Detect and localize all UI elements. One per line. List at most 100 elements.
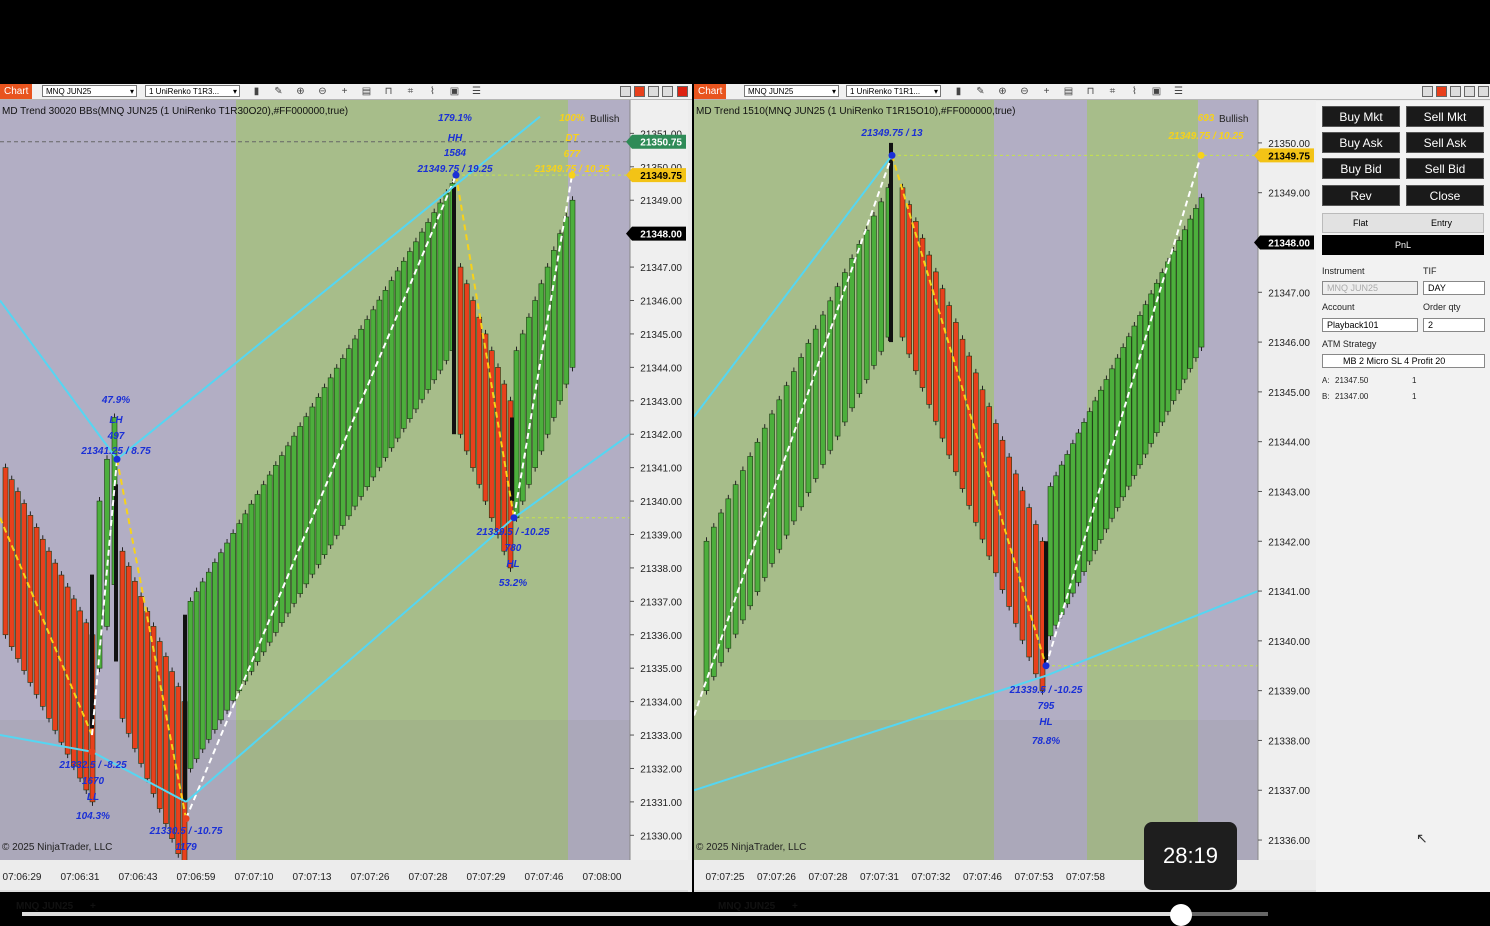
sell-ask-button[interactable]: Sell Ask xyxy=(1406,132,1484,153)
chart-trader-panel: Buy Mkt Sell Mkt Buy Ask Sell Ask Buy Bi… xyxy=(1316,101,1490,892)
time-tick-label: 07:06:43 xyxy=(119,872,158,883)
indicators-icon[interactable]: ⌗ xyxy=(404,85,417,98)
properties-icon[interactable]: ▤ xyxy=(360,85,373,98)
left-tab-label: MNQ JUN25 xyxy=(16,901,74,912)
up-bar xyxy=(212,562,218,730)
atm-strategy-select[interactable]: MB 2 Micro SL 4 Profit 20 xyxy=(1322,354,1485,368)
down-bar xyxy=(125,565,132,734)
up-bar xyxy=(849,258,855,409)
right-link-button[interactable] xyxy=(1422,86,1433,97)
up-bar xyxy=(878,201,885,352)
crosshair-icon[interactable]: + xyxy=(1040,85,1053,98)
order-qty-input[interactable]: 2 xyxy=(1423,318,1485,332)
close-position-button[interactable]: Close xyxy=(1406,185,1484,206)
pivot-annotation: 1670 xyxy=(82,776,105,787)
buy-ask-button[interactable]: Buy Ask xyxy=(1322,132,1400,153)
add-tab-icon[interactable]: + xyxy=(792,901,798,912)
right-bartype-select[interactable]: 1 UniRenko T1R1... xyxy=(846,85,941,97)
right-chart-panel[interactable]: 21349.75 / 13 21339.5 / -10.25 795 HL 78.8% 6… xyxy=(694,100,1316,892)
left-chart-tab[interactable]: Chart xyxy=(0,84,33,99)
pivot-annotation: 21349.75 / 10.25 xyxy=(533,164,610,175)
price-tick-label: 21342.00 xyxy=(1268,537,1310,548)
price-tick-label: 21330.00 xyxy=(640,831,682,842)
draw-tool-icon[interactable]: ✎ xyxy=(272,85,285,98)
zoom-out-icon[interactable]: ⊖ xyxy=(316,85,329,98)
copyright-label: © 2025 NinjaTrader, LLC xyxy=(2,842,112,853)
instrument-field[interactable]: MNQ JUN25 xyxy=(1322,281,1418,295)
properties-icon[interactable]: ▤ xyxy=(1062,85,1075,98)
indicators-icon[interactable]: ⌗ xyxy=(1106,85,1119,98)
zoom-in-icon[interactable]: ⊕ xyxy=(294,85,307,98)
up-bar xyxy=(1193,208,1199,359)
right-instrument-select[interactable]: MNQ JUN25 xyxy=(744,85,839,97)
right-chart-tab[interactable]: Chart xyxy=(694,84,727,99)
bars-style-icon[interactable]: ▮ xyxy=(952,85,965,98)
down-bar xyxy=(119,550,126,719)
video-scrub-handle[interactable] xyxy=(1169,904,1192,926)
buy-market-button[interactable]: Buy Mkt xyxy=(1322,106,1400,127)
data-box-icon[interactable]: ▣ xyxy=(1150,85,1163,98)
draw-tool-icon[interactable]: ✎ xyxy=(974,85,987,98)
strategies-icon[interactable]: ⌇ xyxy=(1128,85,1141,98)
bars-style-icon[interactable]: ▮ xyxy=(250,85,263,98)
right-close-button[interactable] xyxy=(1478,86,1489,97)
pivot-annotation: 693 xyxy=(1198,113,1215,124)
instrument-label: Instrument xyxy=(1322,266,1365,276)
price-tick-label: 21335.00 xyxy=(640,664,682,675)
left-close-button[interactable] xyxy=(677,86,688,97)
right-minimize-button[interactable] xyxy=(1450,86,1461,97)
indicator-label: MD Trend 1510(MNQ JUN25 (1 UniRenko T1R1… xyxy=(696,106,1015,117)
template-icon[interactable]: ⊓ xyxy=(1084,85,1097,98)
chart-trader-icon[interactable]: ☰ xyxy=(470,85,483,98)
down-bar xyxy=(15,491,21,659)
up-bar xyxy=(260,484,267,653)
down-bar xyxy=(926,254,932,405)
up-bar xyxy=(291,435,297,604)
buy-bid-button[interactable]: Buy Bid xyxy=(1322,158,1400,179)
left-chart-panel[interactable]: 179.1% HH 1584 21349.75 / 19.25 47.9% LH 497 21… xyxy=(0,100,692,892)
crosshair-icon[interactable]: + xyxy=(338,85,351,98)
account-select[interactable]: Playback101 xyxy=(1322,318,1418,332)
down-bar xyxy=(64,586,71,755)
add-tab-icon[interactable]: + xyxy=(90,901,96,912)
price-tick-label: 21347.00 xyxy=(640,263,682,274)
left-maximize-button[interactable] xyxy=(662,86,673,97)
bias-label: Bullish xyxy=(1219,114,1248,125)
price-tick-label: 21341.00 xyxy=(640,464,682,475)
pnl-display: PnL xyxy=(1322,235,1484,255)
pivot-annotation: 47.9% xyxy=(101,395,130,406)
data-box-icon[interactable]: ▣ xyxy=(448,85,461,98)
chart-trader-icon[interactable]: ☰ xyxy=(1172,85,1185,98)
zoom-out-icon[interactable]: ⊖ xyxy=(1018,85,1031,98)
up-bar xyxy=(273,464,279,633)
video-progress-bar[interactable] xyxy=(22,904,1268,926)
right-color-button[interactable] xyxy=(1436,86,1447,97)
right-maximize-button[interactable] xyxy=(1464,86,1475,97)
bias-label: Bullish xyxy=(590,114,619,125)
price-tick-label: 21338.00 xyxy=(640,564,682,575)
up-bar xyxy=(431,212,438,381)
reverse-button[interactable]: Rev xyxy=(1322,185,1400,206)
left-color-button[interactable] xyxy=(634,86,645,97)
right-chart-svg[interactable]: 21349.75 / 13 21339.5 / -10.25 795 HL 78.8% 6… xyxy=(694,100,1316,892)
left-instrument-select[interactable]: MNQ JUN25 xyxy=(42,85,137,97)
up-bar xyxy=(340,358,346,526)
template-icon[interactable]: ⊓ xyxy=(382,85,395,98)
up-bar xyxy=(1103,379,1110,530)
ask-label: A: xyxy=(1322,376,1330,385)
pivot-annotation: 78.8% xyxy=(1032,736,1060,747)
strategies-icon[interactable]: ⌇ xyxy=(426,85,439,98)
time-tick-label: 07:07:46 xyxy=(963,872,1002,883)
left-link-button[interactable] xyxy=(620,86,631,97)
time-tick-label: 07:07:58 xyxy=(1066,872,1105,883)
down-bar xyxy=(1033,524,1039,675)
left-bartype-select[interactable]: 1 UniRenko T1R3... xyxy=(145,85,240,97)
tif-select[interactable]: DAY xyxy=(1423,281,1485,295)
left-minimize-button[interactable] xyxy=(648,86,659,97)
sell-bid-button[interactable]: Sell Bid xyxy=(1406,158,1484,179)
zoom-in-icon[interactable]: ⊕ xyxy=(996,85,1009,98)
left-chart-svg[interactable]: 179.1% HH 1584 21349.75 / 19.25 47.9% LH 497 21… xyxy=(0,100,692,892)
sell-market-button[interactable]: Sell Mkt xyxy=(1406,106,1484,127)
up-bar xyxy=(1053,475,1059,626)
pnl-label: PnL xyxy=(1394,240,1411,250)
